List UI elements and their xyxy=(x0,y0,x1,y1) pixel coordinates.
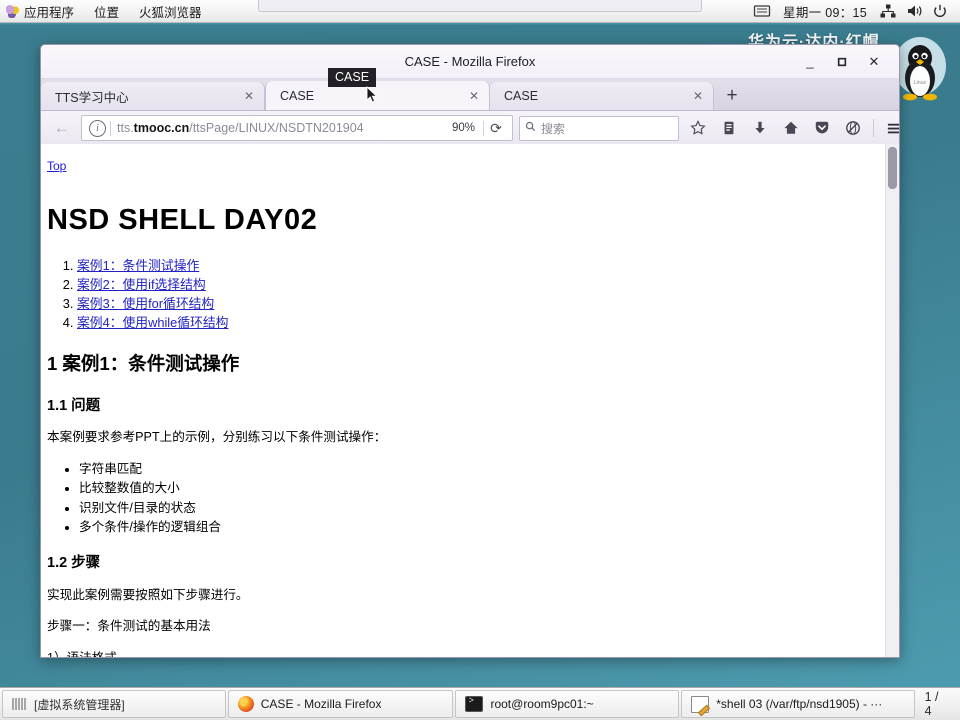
taskbar-item-label: root@room9pc01:~ xyxy=(490,697,594,711)
applications-icon xyxy=(6,4,19,18)
vm-manager-icon xyxy=(12,698,27,710)
list-item: 多个条件/操作的逻辑组合 xyxy=(79,518,863,536)
bullet-list-tests: 字符串匹配 比较整数值的大小 识别文件/目录的状态 多个条件/操作的逻辑组合 xyxy=(47,460,863,537)
volume-icon[interactable] xyxy=(905,4,923,18)
firefox-icon xyxy=(237,696,254,712)
toc-link[interactable]: 案例4：使用while循环结构 xyxy=(77,315,228,330)
tux-penguin-logo: Linux xyxy=(894,37,946,101)
top-link[interactable]: Top xyxy=(47,157,66,176)
firefox-window: CASE - Mozilla Firefox _ ✕ TTS学习中心 ✕ CAS… xyxy=(40,44,900,658)
page-title: NSD SHELL DAY02 xyxy=(47,203,318,236)
toc-link[interactable]: 案例2：使用if选择结构 xyxy=(77,277,206,292)
taskbar-item-vm-manager[interactable]: [虚拟系统管理器] xyxy=(2,690,226,718)
search-input[interactable]: 搜索 xyxy=(541,120,565,137)
panel-clock[interactable]: 星期一 09：15 xyxy=(775,2,875,21)
taskbar-item-label: *shell 03 (/var/ftp/nsd1905) - ··· xyxy=(716,697,883,711)
panel-menu-firefox-label: 火狐浏览器 xyxy=(139,5,202,20)
page-content-area: Top NSD SHELL DAY02 案例1：条件测试操作 案例2：使用if选… xyxy=(41,144,899,657)
tab-case-second[interactable]: CASE ✕ xyxy=(490,82,714,110)
url-text: tts.tmooc.cn/ttsPage/LINUX/NSDTN201904 xyxy=(117,121,364,135)
list-item: 识别文件/目录的状态 xyxy=(79,499,863,517)
list-item[interactable]: 案例4：使用while循环结构 xyxy=(77,314,863,332)
zoom-level-indicator[interactable]: 90% xyxy=(444,122,483,134)
section-heading-1: 1 案例1：条件测试操作 xyxy=(47,353,240,375)
tab-label: TTS学习中心 xyxy=(55,90,129,105)
paragraph-step-one: 步骤一：条件测试的基本用法 xyxy=(47,619,211,634)
tab-close-icon[interactable]: ✕ xyxy=(692,89,704,103)
window-titlebar[interactable]: CASE - Mozilla Firefox _ ✕ xyxy=(41,45,899,79)
mouse-cursor xyxy=(366,86,378,103)
panel-menu-applications[interactable]: 应用程序 xyxy=(0,0,84,22)
window-maximize-button[interactable] xyxy=(834,54,850,70)
panel-menu-firefox[interactable]: 火狐浏览器 xyxy=(129,0,212,22)
search-icon xyxy=(525,121,536,135)
download-icon[interactable] xyxy=(747,116,772,140)
page-scrollbar[interactable] xyxy=(885,144,899,657)
taskbar-item-editor[interactable]: *shell 03 (/var/ftp/nsd1905) - ··· xyxy=(681,690,915,718)
paragraph-problem: 本案例要求参考PPT上的示例，分别练习以下条件测试操作： xyxy=(47,430,387,445)
screen-icon[interactable] xyxy=(753,4,771,18)
reload-icon[interactable]: ⟳ xyxy=(484,120,508,137)
star-icon[interactable] xyxy=(685,116,710,140)
toolbar-divider xyxy=(873,119,874,137)
taskbar-item-label: [虚拟系统管理器] xyxy=(34,697,125,712)
scrollbar-thumb[interactable] xyxy=(888,147,897,189)
pocket-icon[interactable] xyxy=(809,116,834,140)
panel-menu-applications-label: 应用程序 xyxy=(24,5,75,20)
taskbar-item-firefox[interactable]: CASE - Mozilla Firefox xyxy=(227,690,454,718)
library-icon[interactable] xyxy=(716,116,741,140)
window-minimize-button[interactable]: _ xyxy=(802,54,818,70)
panel-menu-places-label: 位置 xyxy=(94,5,120,20)
network-icon[interactable] xyxy=(879,4,897,18)
navigation-toolbar: ← i tts.tmooc.cn/ttsPage/LINUX/NSDTN2019… xyxy=(41,111,899,146)
table-of-contents: 案例1：条件测试操作 案例2：使用if选择结构 案例3：使用for循环结构 案例… xyxy=(47,257,863,333)
paragraph-syntax: 1）语法格式 xyxy=(47,649,863,657)
tab-strip: TTS学习中心 ✕ CASE ✕ CASE ✕ + xyxy=(41,79,899,111)
panel-menu-places[interactable]: 位置 xyxy=(84,0,129,22)
window-title: CASE - Mozilla Firefox xyxy=(404,54,536,69)
window-close-button[interactable]: ✕ xyxy=(866,54,882,70)
background-window-edge[interactable] xyxy=(258,0,702,12)
account-icon[interactable] xyxy=(840,116,865,140)
new-tab-button[interactable]: + xyxy=(718,82,746,110)
tab-close-icon[interactable]: ✕ xyxy=(243,89,255,103)
terminal-icon xyxy=(465,696,484,712)
taskbar: [虚拟系统管理器] CASE - Mozilla Firefox root@ro… xyxy=(0,687,960,720)
subsection-heading-1-2: 1.2 步骤 xyxy=(47,555,101,572)
svg-text:Linux: Linux xyxy=(914,80,926,86)
tab-label: CASE xyxy=(504,89,539,103)
toc-link[interactable]: 案例1：条件测试操作 xyxy=(77,258,199,273)
paragraph-steps-intro: 实现此案例需要按照如下步骤进行。 xyxy=(47,587,249,602)
site-info-icon[interactable]: i xyxy=(89,119,106,137)
hamburger-menu-icon[interactable] xyxy=(882,116,899,140)
taskbar-item-terminal[interactable]: root@room9pc01:~ xyxy=(455,690,680,718)
back-arrow-icon[interactable]: ← xyxy=(49,115,75,141)
text-editor-icon xyxy=(691,695,710,713)
list-item: 比较整数值的大小 xyxy=(79,479,863,497)
list-item[interactable]: 案例3：使用for循环结构 xyxy=(77,295,863,313)
subsection-heading-1-1: 1.1 问题 xyxy=(47,397,101,414)
workspace-indicator[interactable]: 1 / 4 xyxy=(917,688,956,720)
list-item: 字符串匹配 xyxy=(79,460,863,478)
tab-close-icon[interactable]: ✕ xyxy=(468,89,480,103)
url-divider xyxy=(110,120,111,136)
url-bar[interactable]: i tts.tmooc.cn/ttsPage/LINUX/NSDTN201904… xyxy=(81,115,513,141)
tab-tts-learning-center[interactable]: TTS学习中心 ✕ xyxy=(41,82,265,110)
search-bar[interactable]: 搜索 xyxy=(519,115,679,141)
toc-link[interactable]: 案例3：使用for循环结构 xyxy=(77,296,214,311)
tab-tooltip: CASE xyxy=(328,68,377,88)
power-icon[interactable] xyxy=(931,4,949,18)
list-item[interactable]: 案例1：条件测试操作 xyxy=(77,257,863,275)
home-icon[interactable] xyxy=(778,116,803,140)
document-body: Top NSD SHELL DAY02 案例1：条件测试操作 案例2：使用if选… xyxy=(41,144,885,657)
list-item[interactable]: 案例2：使用if选择结构 xyxy=(77,276,863,294)
taskbar-item-label: CASE - Mozilla Firefox xyxy=(260,697,382,711)
